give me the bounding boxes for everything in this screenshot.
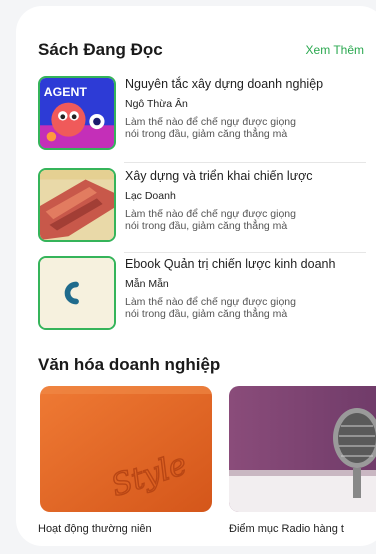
book-description-line: Làm thế nào để chế ngự được giọng xyxy=(125,116,296,128)
culture-tile-annual-activities[interactable]: Style xyxy=(40,386,212,512)
book-info: Ebook Quản trị chiến lược kinh doanh Mẫn… xyxy=(125,256,370,320)
book-title: Ebook Quản trị chiến lược kinh doanh xyxy=(125,257,336,271)
culture-section-title: Văn hóa doanh nghiệp xyxy=(38,355,221,374)
culture-tile-radio[interactable] xyxy=(229,386,376,512)
book-item[interactable]: Xây dựng và triển khai chiến lược Lạc Do… xyxy=(38,168,368,250)
book-description-line: Làm thế nào để chế ngự được giọng xyxy=(125,208,296,220)
see-more-link[interactable]: Xem Thêm xyxy=(306,43,364,57)
book-description-line: Làm thế nào để chế ngự được giọng xyxy=(125,296,296,308)
book-description: Làm thế nào để chế ngự được giọng nói tr… xyxy=(125,296,370,320)
book-description-line: nói trong đầu, giảm căng thẳng mà xyxy=(125,308,288,320)
book-item[interactable]: Ebook Quản trị chiến lược kinh doanh Mẫn… xyxy=(38,256,368,338)
book-title: Xây dựng và triển khai chiến lược xyxy=(125,169,313,183)
book-info: Nguyên tắc xây dựng doanh nghiệp Ngô Thừ… xyxy=(125,76,370,140)
book-author: Lạc Doanh xyxy=(125,190,176,202)
book-description-line: nói trong đầu, giảm căng thẳng mà xyxy=(125,128,288,140)
book-cover[interactable] xyxy=(38,256,116,330)
reading-section-title: Sách Đang Đọc xyxy=(38,40,163,59)
book-description: Làm thế nào để chế ngự được giọng nói tr… xyxy=(125,208,370,232)
book-author: Ngô Thừa Ân xyxy=(125,98,188,110)
book-item[interactable]: AGENT Nguyên tắc xây dựng doanh nghiệp N… xyxy=(38,76,368,158)
book-title: Nguyên tắc xây dựng doanh nghiệp xyxy=(125,77,324,91)
book-description: Làm thế nào để chế ngự được giọng nói tr… xyxy=(125,116,370,140)
book-info: Xây dựng và triển khai chiến lược Lạc Do… xyxy=(125,168,370,232)
book-cover[interactable] xyxy=(38,168,116,242)
culture-tile-label: Điểm mục Radio hàng t xyxy=(229,523,344,535)
book-author: Mẫn Mẫn xyxy=(125,278,169,290)
divider xyxy=(124,252,366,253)
book-cover[interactable]: AGENT xyxy=(38,76,116,150)
cover-title-text: AGENT xyxy=(44,85,88,99)
divider xyxy=(124,162,366,163)
reading-section-header: Sách Đang Đọc Xem Thêm xyxy=(38,40,364,60)
content-card: Sách Đang Đọc Xem Thêm AGENT Nguyên tắc … xyxy=(16,6,376,546)
culture-tile-label: Hoạt động thường niên xyxy=(38,523,152,535)
book-description-line: nói trong đầu, giảm căng thẳng mà xyxy=(125,220,288,232)
